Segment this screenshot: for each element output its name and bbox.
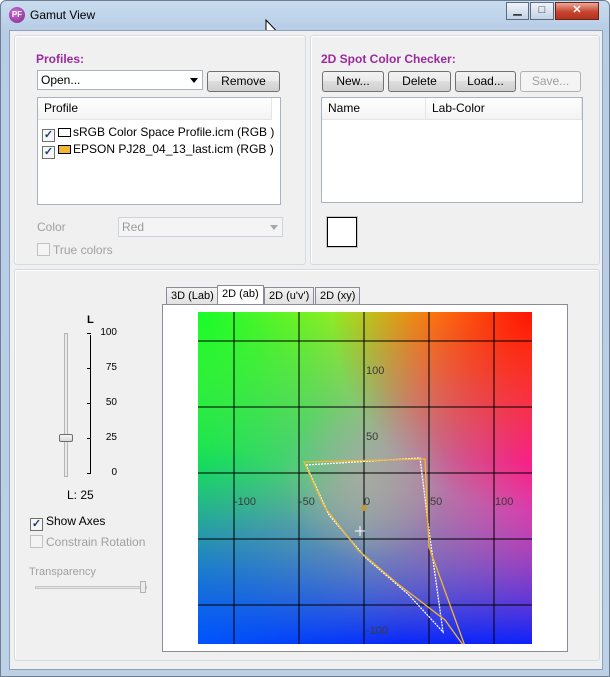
spot-color-swatch — [327, 217, 357, 247]
client-area: Profiles: Open... Remove Profile ✓ sRGB C… — [9, 30, 603, 670]
minimize-button[interactable]: ▁ — [506, 2, 529, 20]
chevron-down-icon — [270, 225, 278, 230]
color-combo[interactable]: Red — [118, 217, 283, 237]
show-axes-option[interactable]: ✓ Show Axes — [30, 514, 105, 531]
open-profile-combo[interactable]: Open... — [37, 70, 203, 90]
profile-list[interactable]: Profile ✓ sRGB Color Space Profile.icm (R… — [37, 97, 281, 205]
tab-2d-uv[interactable]: 2D (u'v') — [264, 287, 315, 305]
profile-row-srgb[interactable]: ✓ sRGB Color Space Profile.icm (RGB ) — [42, 124, 275, 142]
plot-background-overlay — [198, 312, 532, 644]
top-50-label: 50 — [366, 431, 378, 443]
l-tick-mark — [87, 333, 91, 334]
spot-color-list[interactable]: Name Lab-Color — [321, 97, 583, 203]
spot-lab-header[interactable]: Lab-Color — [426, 98, 582, 120]
app-icon: PF — [9, 7, 25, 23]
bottom-100-label: -100 — [366, 625, 388, 637]
constrain-rotation-label: Constrain Rotation — [46, 535, 146, 549]
right-100-label: 100 — [495, 496, 513, 508]
profile-epson-checkbox[interactable]: ✓ — [42, 146, 55, 159]
ab-gamut-plot[interactable]: 100 50 -100 -50 0 50 100 -100 — [198, 312, 532, 644]
true-colors-checkbox[interactable] — [37, 243, 50, 256]
transparency-slider-track[interactable] — [35, 586, 147, 589]
l-tick-mark — [87, 368, 91, 369]
delete-spot-button[interactable]: Delete — [388, 71, 451, 92]
profile-epson-label: EPSON PJ28_04_13_last.icm (RGB ) — [73, 142, 274, 156]
color-combo-value: Red — [122, 220, 145, 234]
color-label: Color — [37, 220, 66, 234]
save-spot-button[interactable]: Save... — [520, 71, 581, 92]
l-slider-track[interactable] — [64, 333, 68, 477]
left-100-label: -100 — [234, 496, 256, 508]
l-tick-label: 0 — [111, 467, 117, 478]
spot-name-header[interactable]: Name — [322, 98, 426, 120]
l-slider-thumb[interactable] — [59, 434, 73, 442]
show-axes-label: Show Axes — [46, 514, 106, 528]
l-value-text: L: 25 — [67, 488, 94, 502]
profile-row-epson[interactable]: ✓ EPSON PJ28_04_13_last.icm (RGB ) — [42, 141, 274, 159]
constrain-rotation-option[interactable]: Constrain Rotation — [30, 535, 145, 549]
l-tick-mark — [87, 438, 91, 439]
new-spot-button[interactable]: New... — [322, 71, 384, 92]
l-tick-label: 25 — [105, 432, 117, 443]
transparency-slider-thumb[interactable] — [140, 581, 146, 593]
profile-srgb-swatch — [58, 128, 71, 137]
l-tick-label: 50 — [105, 397, 117, 408]
show-axes-checkbox[interactable]: ✓ — [30, 518, 43, 531]
l-tick-mark — [87, 473, 91, 474]
tab-2d-xy[interactable]: 2D (xy) — [315, 287, 361, 305]
true-colors-option[interactable]: True colors — [37, 243, 113, 257]
spot-checker-group: 2D Spot Color Checker: New... Delete Loa… — [310, 35, 600, 265]
window-title: Gamut View — [30, 8, 96, 22]
transparency-label: Transparency — [29, 566, 96, 578]
true-colors-label: True colors — [53, 243, 113, 257]
chevron-down-icon — [190, 78, 198, 83]
profiles-title: Profiles: — [36, 52, 85, 66]
remove-button[interactable]: Remove — [207, 71, 280, 92]
gamut-view-window: PF Gamut View ▁ □ ✕ Profiles: Open... Re… — [0, 0, 610, 677]
l-tick-label: 75 — [105, 362, 117, 373]
profile-column-header[interactable]: Profile — [38, 98, 272, 120]
zero-label: 0 — [364, 496, 370, 508]
left-50-label: -50 — [299, 496, 315, 508]
open-profile-combo-value: Open... — [41, 73, 81, 87]
profiles-group: Profiles: Open... Remove Profile ✓ sRGB C… — [14, 35, 306, 265]
profile-epson-swatch — [58, 145, 71, 154]
l-tick-mark — [87, 403, 91, 404]
load-spot-button[interactable]: Load... — [455, 71, 516, 92]
close-button[interactable]: ✕ — [555, 2, 599, 20]
top-100-label: 100 — [366, 365, 384, 377]
l-tick-label: 100 — [100, 327, 117, 338]
maximize-button[interactable]: □ — [530, 2, 554, 20]
tab-3d-lab[interactable]: 3D (Lab) — [166, 287, 219, 305]
constrain-rotation-checkbox[interactable] — [30, 535, 43, 548]
spot-checker-title: 2D Spot Color Checker: — [321, 52, 456, 66]
right-50-label: 50 — [430, 496, 442, 508]
tab-2d-ab[interactable]: 2D (ab) — [217, 285, 264, 305]
profile-srgb-label: sRGB Color Space Profile.icm (RGB ) — [73, 125, 275, 139]
title-bar[interactable]: PF Gamut View ▁ □ ✕ — [1, 1, 609, 29]
l-axis-label: L — [87, 314, 94, 326]
